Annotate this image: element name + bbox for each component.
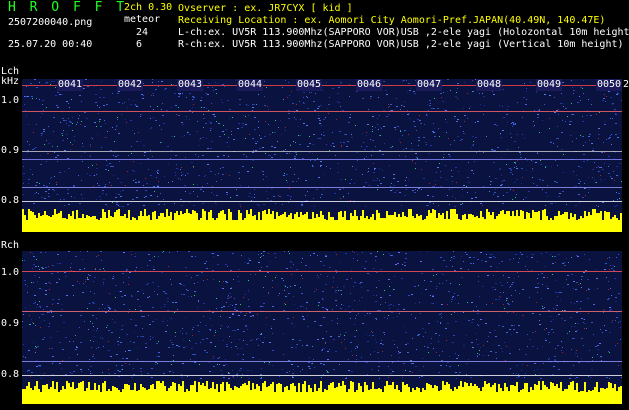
time-marker: 0044 (237, 79, 264, 91)
rch-tick-3: 0.8 (1, 369, 20, 380)
time-marker: 2 (622, 79, 629, 91)
lch-spectrogram (22, 79, 622, 232)
file-name: 2507200040.png (8, 17, 93, 28)
time-marker: 0050 (596, 79, 623, 91)
time-marker: 0046 (356, 79, 383, 91)
time-marker: 0048 (476, 79, 503, 91)
lch-info: L-ch:ex. UV5R 113.900Mhz(SAPPORO VOR)USB… (178, 27, 629, 38)
app-title: H R O F F T (8, 0, 128, 15)
timestamp: 25.07.20 00:40 (8, 39, 93, 50)
time-marker: 0049 (536, 79, 563, 91)
rch-spectrogram (22, 251, 622, 404)
mode-label: 2ch 0.30 (124, 2, 173, 13)
time-marker: 0045 (296, 79, 323, 91)
observer-info: Ovserver : ex. JR7CYX [ kid ] (178, 3, 353, 14)
rch-spectrogram-canvas (22, 251, 622, 404)
time-marker: 0041 (57, 79, 84, 91)
lch-spectrogram-canvas (22, 79, 622, 232)
meteor-count-lch: 24 (136, 27, 149, 38)
rch-tick-1: 1.0 (1, 267, 20, 278)
lch-tick-3: 0.8 (1, 195, 20, 206)
lch-unit: kHz (1, 76, 20, 87)
lch-tick-2: 0.9 (1, 145, 20, 156)
location-info: Receiving Location : ex. Aomori City Aom… (178, 15, 606, 26)
time-marker: 0042 (117, 79, 144, 91)
time-marker: 0047 (416, 79, 443, 91)
time-marker: 0043 (177, 79, 204, 91)
rch-label: Rch (1, 240, 20, 251)
rch-info: R-ch:ex. UV5R 113.900Mhz(SAPPORO VOR)USB… (178, 39, 624, 50)
meteor-count-rch: 6 (136, 39, 143, 50)
meteor-label: meteor (124, 14, 161, 25)
lch-tick-1: 1.0 (1, 95, 20, 106)
rch-tick-2: 0.9 (1, 318, 20, 329)
